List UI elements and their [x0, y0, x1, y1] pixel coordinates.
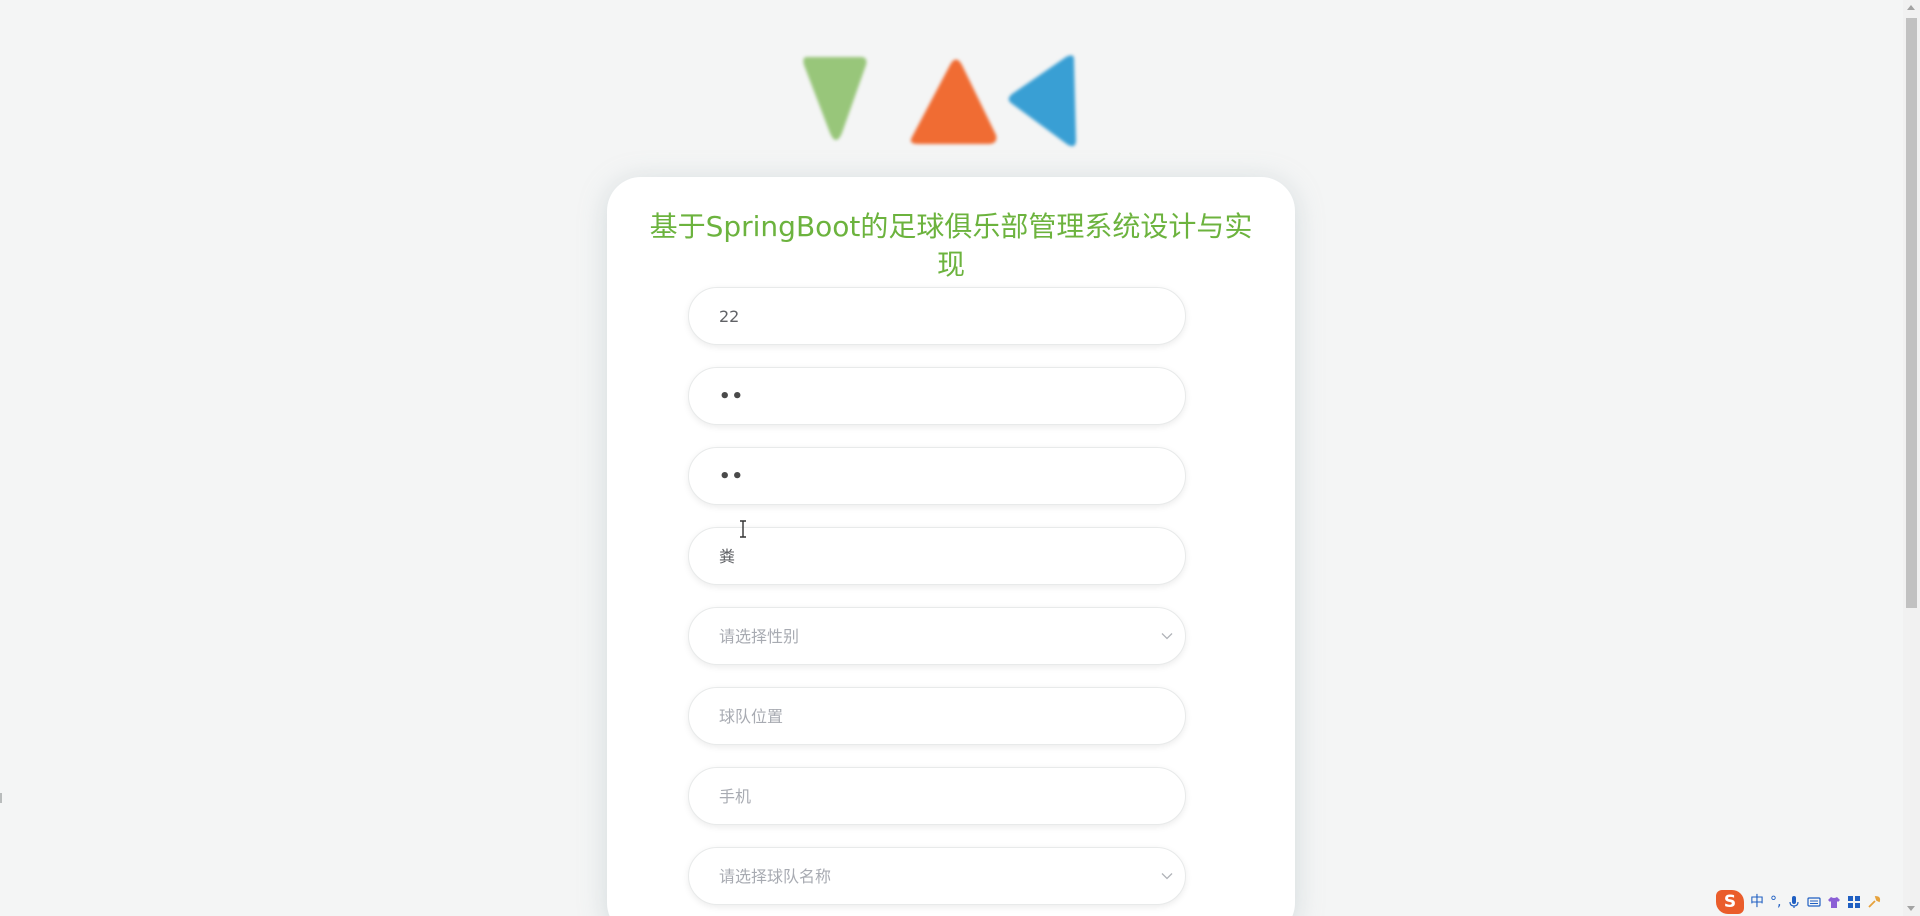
page: 基于SpringBoot的足球俱乐部管理系统设计与实 现 22 •• •• 粪 … [0, 0, 1920, 916]
vertical-scrollbar[interactable] [1903, 0, 1920, 916]
title-line-2: 现 [936, 248, 965, 281]
shirt-icon[interactable] [1827, 895, 1841, 909]
chevron-down-icon [1161, 633, 1173, 640]
page-title: 基于SpringBoot的足球俱乐部管理系统设计与实 现 [607, 208, 1295, 284]
ime-logo-icon[interactable]: S [1716, 890, 1744, 914]
ime-punctuation[interactable]: °, [1770, 890, 1781, 914]
position-input[interactable]: 球队位置 [688, 687, 1186, 745]
register-card: 基于SpringBoot的足球俱乐部管理系统设计与实 现 22 •• •• 粪 … [607, 177, 1295, 916]
ime-mode[interactable]: 中 [1750, 890, 1764, 914]
orange-triangle-icon [910, 59, 997, 144]
team-placeholder: 请选择球队名称 [719, 867, 832, 886]
blue-triangle-icon [1008, 55, 1076, 147]
ime-toolbar: S 中 °, [1716, 890, 1906, 914]
confirm-password-value: •• [719, 466, 745, 487]
password-input[interactable]: •• [688, 367, 1186, 425]
account-value: 22 [719, 307, 740, 326]
gender-select[interactable]: 请选择性别 [688, 607, 1186, 665]
password-value: •• [719, 386, 745, 407]
name-input[interactable]: 粪 [688, 527, 1186, 585]
text-cursor-icon [740, 520, 746, 538]
microphone-icon[interactable] [1787, 895, 1801, 909]
chevron-down-icon [1161, 873, 1173, 880]
gender-placeholder: 请选择性别 [719, 627, 800, 646]
logo-triangles [803, 55, 1076, 147]
team-select[interactable]: 请选择球队名称 [688, 847, 1186, 905]
green-triangle-icon [803, 57, 867, 140]
grid-icon[interactable] [1847, 895, 1861, 909]
scroll-down-arrow-icon[interactable] [1907, 906, 1915, 911]
phone-input[interactable]: 手机 [688, 767, 1186, 825]
scroll-up-arrow-icon[interactable] [1907, 5, 1915, 10]
edge-marker [0, 793, 2, 803]
confirm-password-input[interactable]: •• [688, 447, 1186, 505]
account-input[interactable]: 22 [688, 287, 1186, 345]
keyboard-icon[interactable] [1807, 895, 1822, 909]
phone-placeholder: 手机 [719, 787, 752, 806]
name-value: 粪 [719, 547, 736, 566]
tools-icon[interactable] [1867, 895, 1881, 909]
scroll-thumb[interactable] [1906, 18, 1917, 608]
position-placeholder: 球队位置 [719, 707, 784, 726]
title-line-1: 基于SpringBoot的足球俱乐部管理系统设计与实 [649, 210, 1253, 243]
